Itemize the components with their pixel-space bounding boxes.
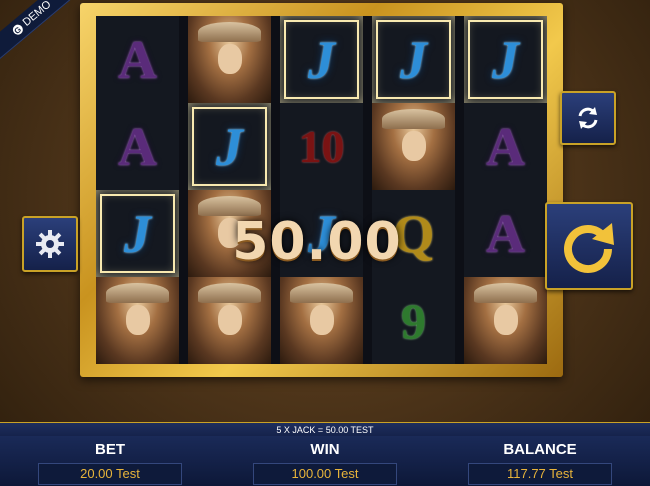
spin-arrow-icon xyxy=(564,223,614,273)
symbol-cowgirl-portrait xyxy=(464,277,547,364)
reel-5-row-4 xyxy=(464,277,547,364)
reel-5-row-1-winning: J xyxy=(464,16,547,103)
symbol-cowgirl-portrait xyxy=(188,16,271,103)
symbol-a: A xyxy=(118,29,157,90)
symbol-cowgirl-portrait xyxy=(280,277,363,364)
demo-label: DEMO xyxy=(20,0,54,29)
win-display: WIN 100.00 Test xyxy=(250,436,400,485)
bet-value: 20.00 Test xyxy=(38,463,182,485)
reel-3: J 10 J xyxy=(280,16,363,364)
reel-4-row-4: 9 xyxy=(372,277,455,364)
gear-icon xyxy=(36,230,64,258)
demo-badge: G DEMO xyxy=(0,0,85,66)
reel-4-row-1-winning: J xyxy=(372,16,455,103)
bet-label: BET xyxy=(95,441,125,458)
win-amount-overlay: 50.00 xyxy=(232,212,402,272)
reel-1-row-1: A xyxy=(96,16,179,103)
reel-3-row-2: 10 xyxy=(280,103,363,190)
reel-5-row-2: A xyxy=(464,103,547,190)
reel-4-row-2 xyxy=(372,103,455,190)
balance-display: BALANCE 117.77 Test xyxy=(465,436,615,485)
balance-label: BALANCE xyxy=(503,441,577,458)
autoplay-button[interactable] xyxy=(560,91,616,145)
balance-value: 117.77 Test xyxy=(468,463,612,485)
reel-5: J A A xyxy=(464,16,547,364)
settings-button[interactable] xyxy=(22,216,78,272)
win-message: 5 X JACK = 50.00 TEST xyxy=(0,422,650,437)
win-value: 100.00 Test xyxy=(253,463,397,485)
symbol-10: 10 xyxy=(298,121,345,172)
reel-2: J xyxy=(188,16,271,364)
symbol-9: 9 xyxy=(401,292,426,349)
reels-area: A A J J J 10 J J Q 9 J A A xyxy=(96,16,547,364)
reel-5-row-3: A xyxy=(464,190,547,277)
reel-1-row-2: A xyxy=(96,103,179,190)
reel-1: A A J xyxy=(96,16,179,364)
bottom-panel: BET 20.00 Test WIN 100.00 Test BALANCE 1… xyxy=(0,436,650,486)
reel-2-row-2-winning: J xyxy=(188,103,271,190)
symbol-cowgirl-portrait xyxy=(188,277,271,364)
reel-1-row-4 xyxy=(96,277,179,364)
symbol-j: J xyxy=(308,29,335,90)
reel-2-row-4 xyxy=(188,277,271,364)
symbol-cowgirl-portrait xyxy=(372,103,455,190)
symbol-a: A xyxy=(486,116,525,177)
symbol-j: J xyxy=(400,29,427,90)
reel-1-row-3-winning: J xyxy=(96,190,179,277)
reel-3-row-4 xyxy=(280,277,363,364)
symbol-a: A xyxy=(118,116,157,177)
bet-display[interactable]: BET 20.00 Test xyxy=(35,436,185,485)
reel-4: J Q 9 xyxy=(372,16,455,364)
brand-icon: G xyxy=(10,22,25,38)
spin-button[interactable] xyxy=(545,202,633,290)
symbol-j: J xyxy=(216,116,243,177)
reel-3-row-1-winning: J xyxy=(280,16,363,103)
symbol-j: J xyxy=(492,29,519,90)
reel-2-row-1 xyxy=(188,16,271,103)
symbol-cowgirl-portrait xyxy=(96,277,179,364)
win-label: WIN xyxy=(310,441,340,458)
symbol-a: A xyxy=(486,203,525,264)
autoplay-cycle-icon xyxy=(578,107,598,129)
symbol-j: J xyxy=(124,203,151,264)
